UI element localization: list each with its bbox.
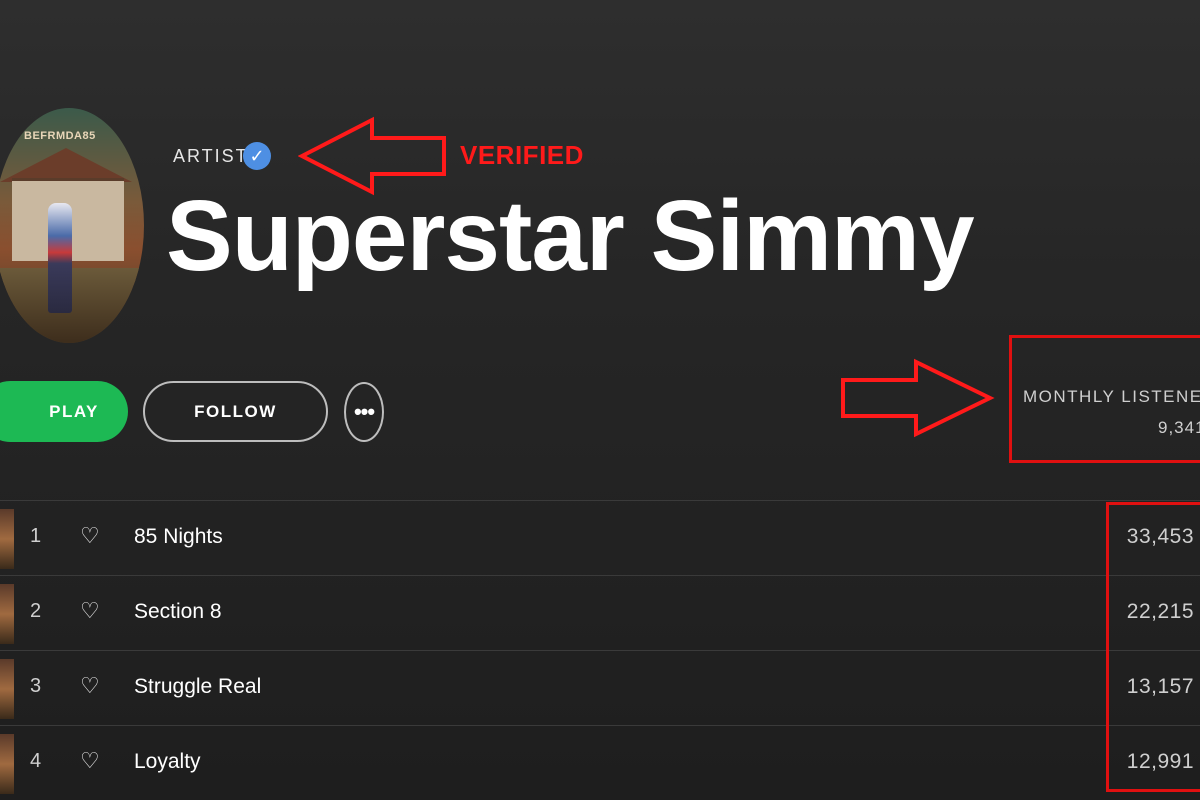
heart-icon[interactable]: ♡ [80, 673, 100, 699]
verified-badge: ✓ [243, 142, 271, 170]
heart-icon[interactable]: ♡ [80, 523, 100, 549]
track-thumbnail [0, 509, 14, 569]
check-icon: ✓ [249, 145, 265, 166]
monthly-listeners-label: MONTHLY LISTENERS [1023, 387, 1200, 406]
track-number: 4 [30, 750, 42, 772]
annotation-verified-text: VERIFIED [460, 140, 584, 170]
track-title: 85 Nights [134, 525, 223, 548]
avatar-album-text: BEFRMDA85 [24, 130, 96, 142]
popular-tracks-list: 1 ♡ 85 Nights 33,453 2 ♡ Section 8 22,21… [0, 500, 1200, 800]
track-thumbnail [0, 584, 14, 644]
track-thumbnail [0, 659, 14, 719]
track-row[interactable]: 2 ♡ Section 8 22,215 [0, 575, 1200, 650]
avatar-roof [0, 148, 132, 182]
heart-icon[interactable]: ♡ [80, 748, 100, 774]
play-counts-highlight [1106, 502, 1200, 792]
track-number: 2 [30, 600, 42, 622]
more-options-button[interactable]: ••• [344, 382, 384, 442]
annotation-arrow-right-icon [841, 358, 995, 438]
track-number: 3 [30, 675, 42, 697]
track-title: Section 8 [134, 600, 222, 623]
artist-name-title: Superstar Simmy [166, 180, 975, 292]
play-button[interactable]: PLAY [0, 381, 128, 442]
track-row[interactable]: 4 ♡ Loyalty 12,991 [0, 725, 1200, 800]
heart-icon[interactable]: ♡ [80, 598, 100, 624]
track-row[interactable]: 3 ♡ Struggle Real 13,157 [0, 650, 1200, 725]
track-title: Struggle Real [134, 675, 262, 698]
track-thumbnail [0, 734, 14, 794]
avatar-ground [0, 268, 144, 343]
artist-avatar: BEFRMDA85 [0, 108, 144, 343]
artist-type-label: ARTIST [173, 146, 249, 166]
follow-button[interactable]: FOLLOW [143, 381, 328, 442]
monthly-listeners-value: 9,341 [1158, 418, 1200, 437]
track-row[interactable]: 1 ♡ 85 Nights 33,453 [0, 500, 1200, 575]
avatar-person [48, 203, 72, 313]
track-title: Loyalty [134, 750, 201, 773]
play-button-label: PLAY [49, 401, 99, 421]
track-number: 1 [30, 525, 42, 547]
